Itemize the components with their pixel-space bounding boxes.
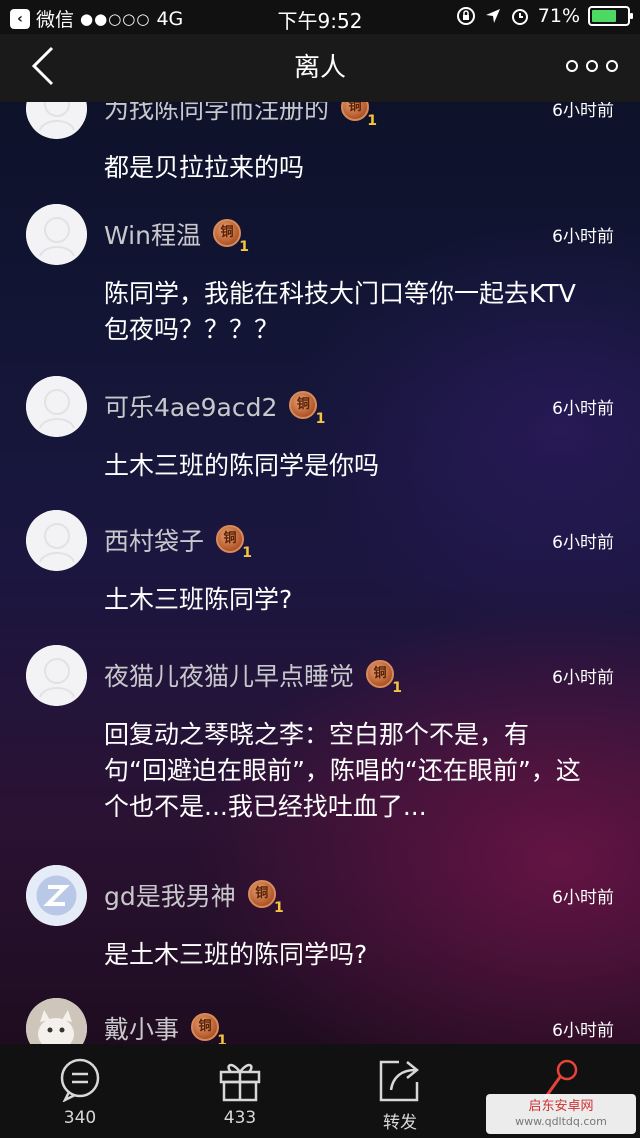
comment-item[interactable]: gd是我男神铜 1 6小时前是土木三班的陈同学吗? <box>0 865 640 983</box>
avatar[interactable] <box>26 376 87 437</box>
comment-time: 6小时前 <box>552 227 614 247</box>
avatar[interactable] <box>26 998 87 1044</box>
comment-username[interactable]: 为找陈同学而注册的铜 1 <box>104 102 377 129</box>
watermark-url: www.qdltdq.com <box>515 1115 607 1128</box>
status-bar: ‹ 微信 ●●○○○ 4G 下午9:52 71% <box>0 0 640 34</box>
comment-list[interactable]: 为找陈同学而注册的铜 1 6小时前 都是贝拉拉来的吗 Win程温铜 1 6小时前 陈同学，我能… <box>0 102 640 1044</box>
comment-time: 6小时前 <box>552 102 614 121</box>
comments-count: 340 <box>63 1108 97 1128</box>
battery-icon <box>588 6 633 26</box>
comments-button[interactable]: 340 <box>20 1058 140 1128</box>
avatar[interactable] <box>26 510 87 571</box>
comment-item[interactable]: 夜猫儿夜猫儿早点睡觉铜 1 6小时前回复动之琴晓之李：空白那个不是，有句“回避迫在眼… <box>0 645 640 835</box>
username-text: 西村袋子 <box>104 527 205 556</box>
username-text: 可乐4ae9acd2 <box>104 393 278 422</box>
comment-time: 6小时前 <box>552 888 614 908</box>
username-text: gd是我男神 <box>104 882 236 911</box>
username-text: 夜猫儿夜猫儿早点睡觉 <box>104 662 355 691</box>
comment-item[interactable]: 为找陈同学而注册的铜 1 6小时前都是贝拉拉来的吗 <box>0 102 640 196</box>
comment-username[interactable]: gd是我男神铜 1 <box>104 877 284 916</box>
comment-username[interactable]: 西村袋子铜 1 <box>104 522 252 561</box>
bronze-medal-icon: 铜1 <box>212 219 249 255</box>
username-text: 戴小事 <box>104 1015 180 1044</box>
avatar[interactable] <box>26 102 87 139</box>
bronze-medal-icon: 铜1 <box>247 880 284 916</box>
username-text: Win程温 <box>104 221 201 250</box>
comment-text: 土木三班的陈同学是你吗 <box>104 451 380 480</box>
gifts-count: 433 <box>223 1108 257 1128</box>
watermark-logo: 启东安卓网 www.qdltdq.com <box>486 1094 636 1134</box>
comment-text: 土木三班陈同学? <box>104 585 293 614</box>
share-button[interactable]: 转发 <box>340 1058 460 1133</box>
comment-item[interactable]: 可乐4ae9acd2 铜 1 6小时前土木三班的陈同学是你吗 <box>0 376 640 494</box>
alarm-icon <box>511 9 528 25</box>
comment-username[interactable]: 夜猫儿夜猫儿早点睡觉铜 1 <box>104 657 402 696</box>
comment-text: 都是贝拉拉来的吗 <box>104 153 305 182</box>
comment-bubble-icon <box>60 1058 100 1102</box>
username-text: 为找陈同学而注册的 <box>104 102 330 124</box>
avatar[interactable] <box>26 204 87 265</box>
comment-text: 回复动之琴晓之李：空白那个不是，有句“回避迫在眼前”，陈唱的“还在眼前”，这个也… <box>104 720 581 821</box>
comment-item[interactable]: Win程温铜 1 6小时前陈同学，我能在科技大门口等你一起去KTV包夜吗？？？？ <box>0 204 640 358</box>
comment-username[interactable]: Win程温铜 1 <box>104 216 249 255</box>
comment-text: 是土木三班的陈同学吗? <box>104 940 368 969</box>
bronze-medal-icon: 铜1 <box>289 391 325 427</box>
avatar[interactable] <box>26 645 87 706</box>
comment-text: 陈同学，我能在科技大门口等你一起去KTV包夜吗？？？？ <box>104 279 576 344</box>
comment-time: 6小时前 <box>552 533 614 553</box>
bronze-medal-icon: 铜1 <box>216 525 252 561</box>
comment-item[interactable]: 西村袋子铜 1 6小时前土木三班陈同学? <box>0 510 640 628</box>
gift-icon <box>219 1063 261 1102</box>
location-icon <box>485 9 500 23</box>
bronze-medal-icon: 铜1 <box>366 660 402 696</box>
bottom-toolbar: 340 433 转发 启东安卓网 www.qdltdq.com <box>0 1044 640 1138</box>
comment-item[interactable]: 戴小事铜 1 6小时前 <box>0 998 640 1044</box>
page-title: 离人 <box>293 53 346 83</box>
comment-username[interactable]: 戴小事铜 1 <box>104 1010 227 1044</box>
more-dots-icon[interactable] <box>566 60 618 72</box>
battery-percent: 71% <box>537 5 580 27</box>
share-icon <box>379 1060 420 1102</box>
share-label: 转发 <box>383 1113 417 1133</box>
gift-button[interactable]: 433 <box>180 1058 300 1128</box>
comment-time: 6小时前 <box>552 399 614 419</box>
bronze-medal-icon: 铜1 <box>341 102 377 129</box>
comment-time: 6小时前 <box>552 668 614 688</box>
status-bar-right: 71% <box>456 5 633 27</box>
nav-bar: 离人 <box>0 34 640 102</box>
battery-level <box>592 10 617 22</box>
comment-time: 6小时前 <box>552 1021 614 1041</box>
avatar[interactable] <box>26 865 87 926</box>
bronze-medal-icon: 铜1 <box>191 1013 227 1044</box>
rotation-lock-icon <box>456 7 475 25</box>
comment-username[interactable]: 可乐4ae9acd2 铜 1 <box>104 388 325 427</box>
watermark-name: 启东安卓网 <box>528 1099 594 1114</box>
